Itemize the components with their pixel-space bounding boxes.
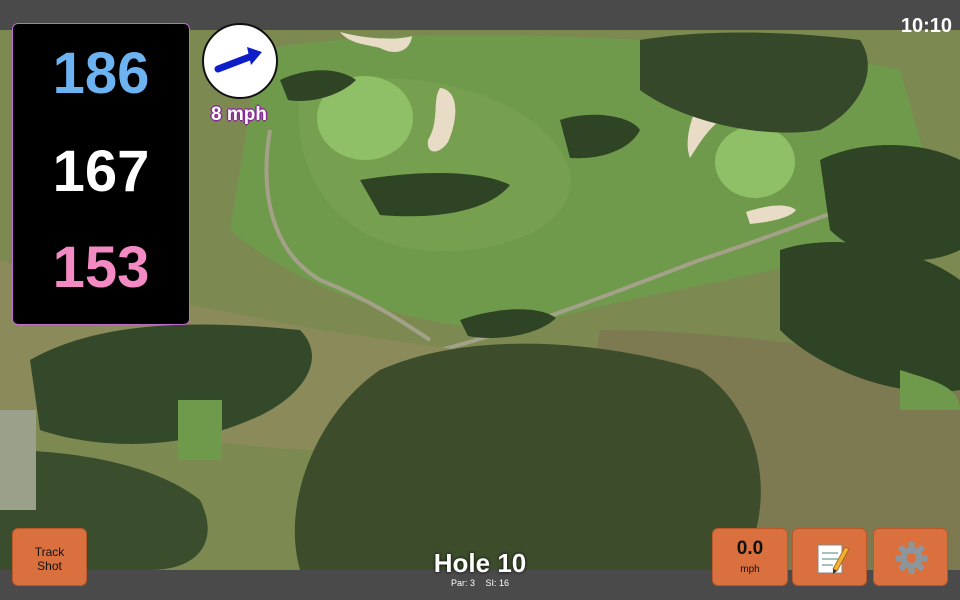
par-label: Par: 3: [450, 578, 475, 588]
back-distance: 186: [52, 41, 150, 106]
gear-icon: [895, 542, 928, 574]
hole-info: Par: 3 SI: 16: [380, 578, 580, 588]
speed-button[interactable]: 0.0 mph: [712, 528, 788, 586]
distance-panel: 186 167 153: [12, 23, 190, 325]
track-shot-label-line2: Shot: [37, 559, 62, 573]
speed-unit: mph: [740, 564, 760, 575]
wind-speed: 8 mph: [211, 104, 267, 125]
notes-button[interactable]: [792, 528, 867, 586]
track-shot-label-line1: Track: [34, 545, 65, 559]
track-shot-button[interactable]: Track Shot: [12, 528, 87, 586]
front-distance: 153: [52, 235, 150, 300]
wind-indicator: [202, 23, 278, 99]
clock: 10:10: [900, 15, 952, 37]
middle-distance: 167: [52, 139, 150, 204]
arrow-icon: [214, 47, 262, 73]
si-label: SI: 16: [485, 578, 510, 588]
hole-title: Hole 10: [433, 548, 527, 578]
notepad-icon: [817, 544, 850, 574]
settings-button[interactable]: [873, 528, 948, 586]
speed-value: 0.0: [736, 538, 764, 559]
